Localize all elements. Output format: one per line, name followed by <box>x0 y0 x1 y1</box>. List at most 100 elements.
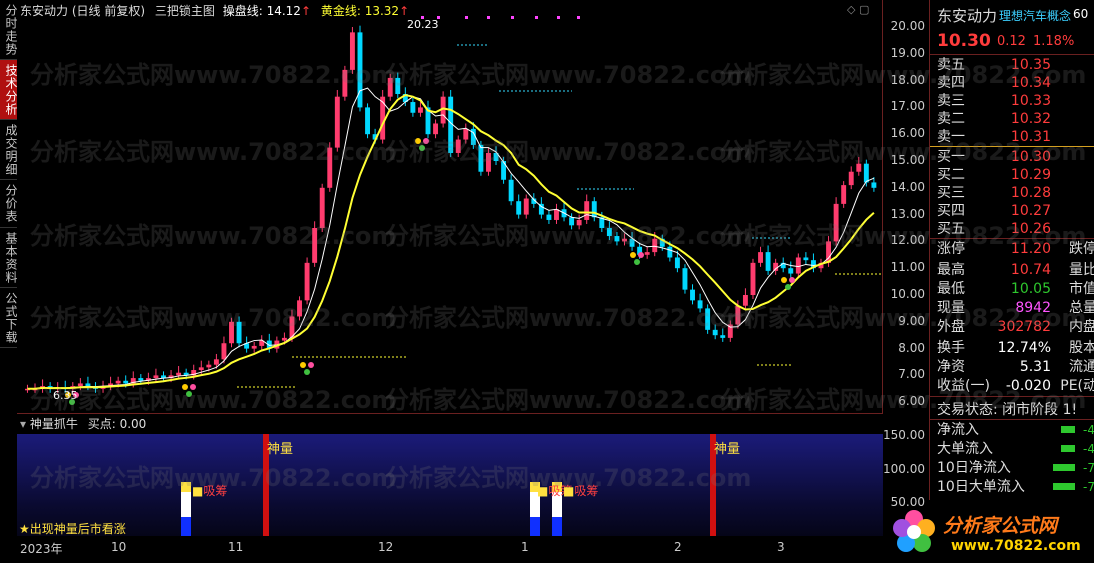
candle-body <box>176 372 182 376</box>
candle-body <box>478 144 484 172</box>
tab-basic-info[interactable]: 基本资料 <box>0 228 18 288</box>
cluster-marker <box>781 277 787 283</box>
price-tick: 12.00 <box>890 233 925 248</box>
ask-price: 10.33 <box>1010 93 1051 109</box>
candle-body <box>569 217 575 226</box>
logo-text: 分析家公式网 <box>943 515 1058 537</box>
main-chart[interactable]: 东安动力 (日线 前复权) 三把锁主图 操盘线: 14.12↑ 黄金线: 13.… <box>17 0 883 413</box>
candle-body <box>380 96 386 140</box>
ask-label: 卖一 <box>937 129 965 145</box>
indicator-title-bar: ▾ 神量抓牛 买点: 0.00 <box>17 413 883 434</box>
candle-body <box>433 123 439 135</box>
flow-value: -7 <box>1083 480 1094 494</box>
cluster-marker <box>308 362 314 368</box>
candle-body <box>334 96 340 148</box>
flow-label: 10日大单流入 <box>937 479 1025 495</box>
price-tick: 16.00 <box>890 126 925 141</box>
ask-label: 卖五 <box>937 57 965 73</box>
ask-price: 10.35 <box>1010 57 1051 73</box>
price-tick: 14.00 <box>890 179 925 194</box>
cluster-marker <box>419 145 425 151</box>
stat-row: 最高 10.74 量比 <box>937 261 1094 279</box>
stat-row: 收益(一) -0.020 PE(动 <box>937 377 1094 395</box>
stat-value: 8942 <box>1015 300 1051 316</box>
stat-row: 净资 5.31 流通 <box>937 358 1094 376</box>
tab-formula-download[interactable]: 公式下载 <box>0 288 18 348</box>
candle-body <box>606 228 612 237</box>
price-tick: 18.00 <box>890 72 925 87</box>
quote-change-pct: 1.18% <box>1033 34 1075 49</box>
bid-price: 10.26 <box>1010 221 1051 237</box>
indicator-note: ★出现神量后市看涨 <box>19 522 126 536</box>
absorb-tag-1: ■吸筹 <box>192 484 228 498</box>
price-axis: 20.00 19.00 18.00 17.00 16.00 15.00 14.00 13.00… <box>883 0 929 413</box>
stat-value: 10.74 <box>1010 262 1051 278</box>
candle-body <box>463 128 469 140</box>
side-tab-bar: 分时走势 技术分析 成交明细 分价表 基本资料 公式下载 <box>0 0 18 400</box>
candle-body <box>546 214 552 220</box>
quote-code-suffix: 60 <box>1073 7 1089 21</box>
price-tick: 17.00 <box>890 99 925 114</box>
stat-right-label: 跌停 <box>1069 241 1094 257</box>
cluster-marker <box>638 252 644 258</box>
candle-body <box>644 252 650 255</box>
candle-body <box>365 107 371 135</box>
candle-body <box>516 201 522 215</box>
cluster-marker <box>415 138 421 144</box>
ask-price: 10.32 <box>1010 111 1051 127</box>
quote-stock-name: 东安动力 <box>937 7 998 25</box>
flow-row: 10日大单流入 -7 <box>937 478 1094 496</box>
absorb-bar <box>181 482 191 492</box>
indicator-title[interactable]: 神量抓牛 <box>30 417 78 431</box>
tab-trades[interactable]: 成交明细 <box>0 120 18 180</box>
ask-row: 卖一 10.31 <box>937 128 1089 146</box>
indicator-dropdown-icon[interactable]: ▾ <box>20 417 26 431</box>
stat-right-label: 流通 <box>1069 359 1094 375</box>
site-logo: 分析家公式网 www.70822.com <box>885 505 1094 563</box>
cluster-marker <box>300 362 306 368</box>
bid-row: 买三 10.28 <box>937 184 1089 202</box>
stat-label: 涨停 <box>937 241 965 257</box>
indicator-panel[interactable]: 神量 神量 ■吸筹 ■吸筹 ■吸筹 ★出现神量后市看涨 <box>17 434 883 536</box>
signal-marker <box>487 16 490 19</box>
high-annotation: 20.23 <box>407 18 439 31</box>
tab-intraday[interactable]: 分时走势 <box>0 0 18 60</box>
trade-status: 交易状态: 闭市阶段 1! <box>937 402 1078 418</box>
signal-marker <box>465 16 468 19</box>
price-tick: 13.00 <box>890 206 925 221</box>
stat-row: 最低 10.05 市值 <box>937 280 1094 298</box>
bid-label: 买五 <box>937 221 965 237</box>
price-tick: 10.00 <box>890 287 925 301</box>
ask-label: 卖四 <box>937 75 965 91</box>
candlestick-plot <box>25 16 883 405</box>
absorb-bar <box>181 492 191 517</box>
candle-body <box>622 238 627 242</box>
candle-body <box>833 203 839 242</box>
candle-body <box>690 289 695 301</box>
candle-body <box>871 182 877 188</box>
candle-body <box>327 147 333 188</box>
ask-price: 10.34 <box>1010 75 1051 91</box>
stat-row: 换手 12.74% 股本 <box>937 339 1094 357</box>
candle-body <box>153 375 159 379</box>
candle-body <box>667 246 673 258</box>
tab-price-table[interactable]: 分价表 <box>0 180 18 228</box>
price-tick: 20.00 <box>890 19 925 33</box>
stat-value: 10.05 <box>1010 281 1051 297</box>
candle-body <box>206 364 212 368</box>
quote-price: 10.30 <box>937 31 991 51</box>
date-label: 2 <box>674 540 682 554</box>
stat-value: 11.20 <box>1010 241 1051 257</box>
stat-row: 外盘 302782 内盘 <box>937 318 1094 336</box>
date-label: 3 <box>777 540 785 554</box>
candle-body <box>576 219 582 226</box>
tab-technical[interactable]: 技术分析 <box>0 60 18 120</box>
bid-row: 买五 10.26 <box>937 220 1089 238</box>
quote-panel: 东安动力 理想汽车概念 60 10.30 0.12 1.18% 卖五 10.35… <box>929 0 1094 500</box>
cluster-marker <box>182 384 188 390</box>
bid-price: 10.29 <box>1010 167 1051 183</box>
quote-concept[interactable]: 理想汽车概念 <box>999 7 1071 24</box>
candle-body <box>705 308 711 330</box>
flow-bar <box>1061 426 1075 433</box>
ind-tick: 150.00 <box>883 428 925 442</box>
